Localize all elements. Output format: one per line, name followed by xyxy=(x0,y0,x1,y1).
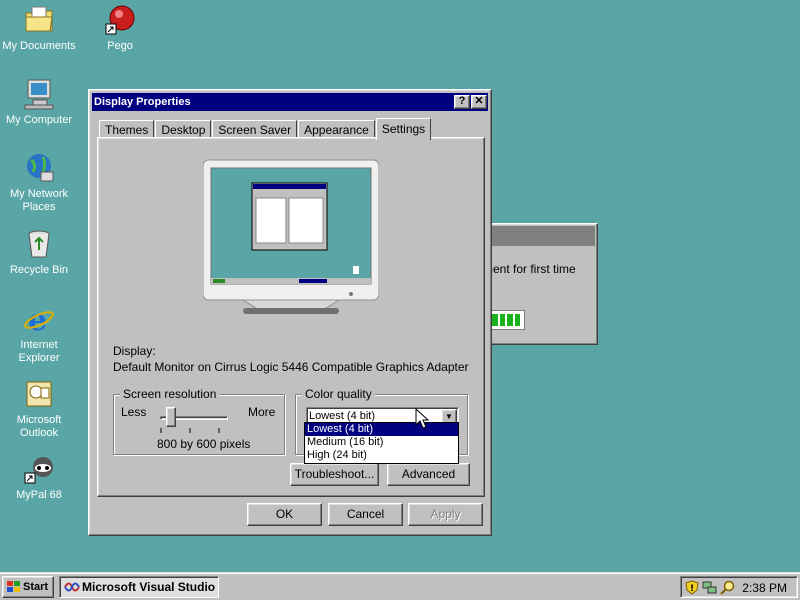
desktop-icon-internet-explorer[interactable]: e Internet Explorer xyxy=(1,303,77,365)
internet-explorer-icon: e xyxy=(23,303,55,338)
desktop-icon-label: Microsoft Outlook xyxy=(16,414,62,439)
desktop-icon-label: Recycle Bin xyxy=(9,264,69,276)
color-option-high[interactable]: High (24 bit) xyxy=(305,449,458,462)
system-tray: ! 2:38 PM xyxy=(680,576,798,598)
desktop-icon-recycle-bin[interactable]: Recycle Bin xyxy=(1,228,77,277)
mouse-cursor-icon xyxy=(415,408,429,429)
desktop-icon-label: Internet Explorer xyxy=(18,339,60,364)
taskbar-item-visual-studio[interactable]: Microsoft Visual Studio xyxy=(59,576,219,598)
desktop-icon-label: Pego xyxy=(107,40,133,52)
raccoon-icon xyxy=(23,453,55,485)
visual-studio-icon xyxy=(64,582,80,592)
desktop-icon-pego[interactable]: Pego xyxy=(82,4,158,53)
color-quality-selected: Lowest (4 bit) xyxy=(309,410,376,422)
background-window-text: ment for first time xyxy=(483,262,576,276)
display-adapter-value: Default Monitor on Cirrus Logic 5446 Com… xyxy=(113,360,469,374)
help-button[interactable]: ? xyxy=(454,95,470,109)
search-tray-icon[interactable] xyxy=(720,580,736,595)
security-shield-icon[interactable]: ! xyxy=(685,580,699,595)
color-option-medium[interactable]: Medium (16 bit) xyxy=(305,436,458,449)
ok-button[interactable]: OK xyxy=(247,503,322,526)
monitor-preview-icon xyxy=(203,159,379,314)
windows-logo-icon xyxy=(7,581,20,592)
start-label: Start xyxy=(23,581,49,593)
desktop-icon-label: My Computer xyxy=(5,114,73,126)
network-tray-icon[interactable] xyxy=(702,580,718,595)
color-quality-dropdown-list: Lowest (4 bit) Medium (16 bit) High (24 … xyxy=(304,422,459,464)
desktop-icon-my-network-places[interactable]: My Network Places xyxy=(1,152,77,214)
desktop-icon-label: My Network Places xyxy=(9,188,69,213)
more-label: More xyxy=(248,405,276,419)
desktop-icon-my-documents[interactable]: My Documents xyxy=(1,4,77,53)
cancel-button[interactable]: Cancel xyxy=(328,503,403,526)
desktop-icon-microsoft-outlook[interactable]: Microsoft Outlook xyxy=(1,378,77,440)
apply-button[interactable]: Apply xyxy=(408,503,483,526)
display-properties-dialog: Display Properties ? ✕ Themes Desktop Sc… xyxy=(88,89,492,536)
color-quality-legend: Color quality xyxy=(302,387,375,401)
desktop-icon-label: MyPal 68 xyxy=(16,489,62,501)
screen-resolution-group: Screen resolution Less More 800 by 600 p… xyxy=(113,387,285,455)
desktop-icon-my-computer[interactable]: My Computer xyxy=(1,78,77,127)
less-label: Less xyxy=(121,405,147,419)
advanced-button[interactable]: Advanced xyxy=(387,463,470,486)
progress-indicator xyxy=(487,310,525,330)
taskbar: Start Microsoft Visual Studio ! 2:38 PM xyxy=(0,572,800,600)
tab-strip: Themes Desktop Screen Saver Appearance S… xyxy=(99,118,432,140)
start-button[interactable]: Start xyxy=(2,576,54,598)
computer-icon xyxy=(23,78,55,110)
dialog-titlebar[interactable]: Display Properties ? ✕ xyxy=(92,93,488,111)
desktop-icon-mypal[interactable]: MyPal 68 xyxy=(1,453,77,502)
clock: 2:38 PM xyxy=(742,581,787,595)
troubleshoot-button[interactable]: Troubleshoot... xyxy=(290,463,379,486)
red-ball-icon xyxy=(104,4,136,36)
screen-resolution-legend: Screen resolution xyxy=(120,387,220,401)
close-button[interactable]: ✕ xyxy=(471,95,487,109)
folder-icon xyxy=(23,4,55,36)
dialog-title: Display Properties xyxy=(94,96,191,108)
resolution-slider-thumb[interactable] xyxy=(165,407,176,427)
taskbar-item-label: Microsoft Visual Studio xyxy=(82,580,216,594)
network-globe-icon xyxy=(23,152,55,184)
outlook-icon xyxy=(23,378,55,410)
recycle-bin-icon xyxy=(23,228,55,260)
svg-text:!: ! xyxy=(690,584,694,594)
display-label: Display: xyxy=(113,344,156,358)
resolution-value: 800 by 600 pixels xyxy=(157,437,251,451)
tab-settings[interactable]: Settings xyxy=(375,118,432,140)
color-option-lowest[interactable]: Lowest (4 bit) xyxy=(305,423,458,436)
desktop-icon-label: My Documents xyxy=(2,40,76,52)
slider-ticks xyxy=(160,428,220,433)
